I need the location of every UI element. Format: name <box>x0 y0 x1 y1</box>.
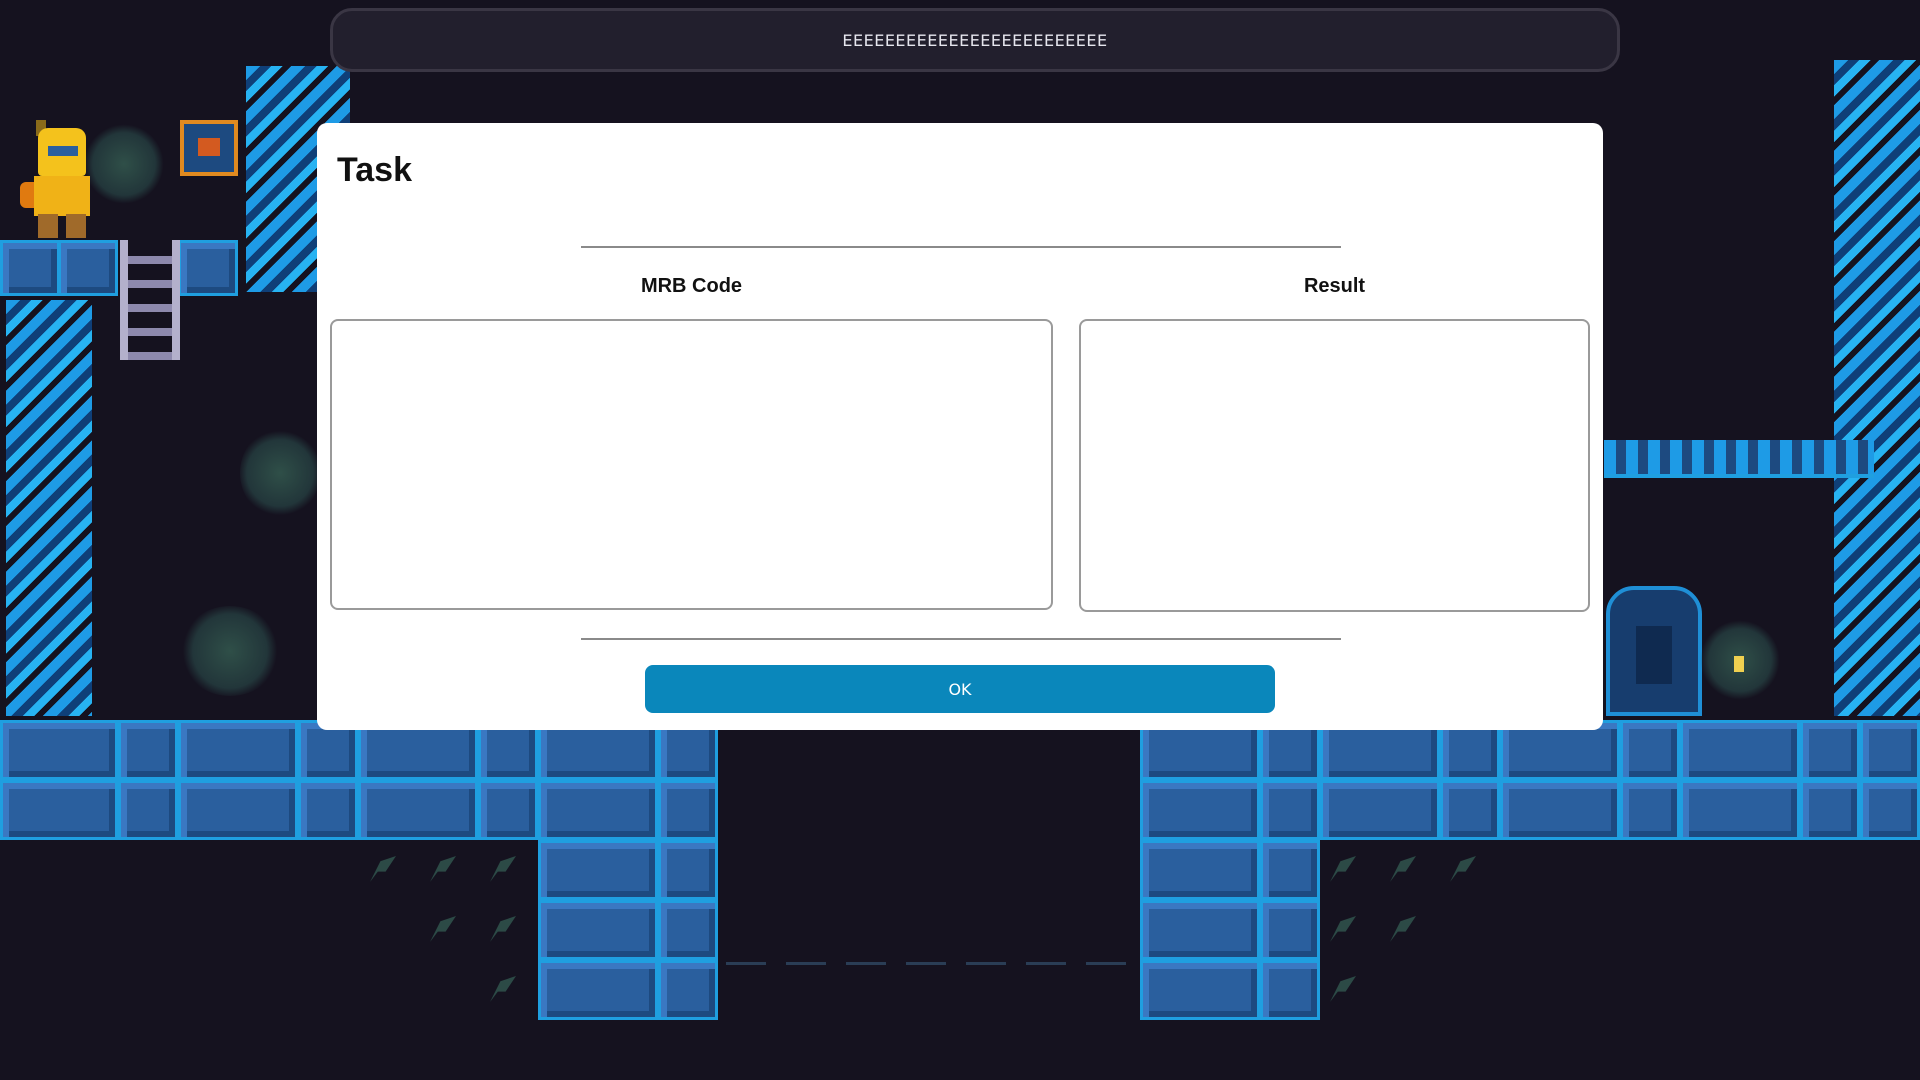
leaf-sprite <box>490 916 516 942</box>
dialog-title: Task <box>337 151 412 189</box>
pillar-brick <box>658 840 718 900</box>
pillar-brick <box>1260 960 1320 1020</box>
pillar-brick <box>1260 900 1320 960</box>
code-label: MRB Code <box>640 275 743 297</box>
item-box <box>180 120 238 176</box>
floor-brick <box>658 780 718 840</box>
floor-brick <box>1500 780 1620 840</box>
floor-brick <box>1800 780 1860 840</box>
leaf-sprite <box>1330 856 1356 882</box>
floor-brick <box>1620 780 1680 840</box>
floor-brick <box>1320 780 1440 840</box>
floor-brick <box>358 780 478 840</box>
pillar-brick <box>1140 840 1260 900</box>
ledge-brick <box>178 240 238 296</box>
leaf-sprite <box>430 916 456 942</box>
bottom-divider <box>581 638 1341 640</box>
result-label: Result <box>1303 275 1366 297</box>
task-dialog: Task MRB Code Result OK <box>317 123 1603 730</box>
floor-brick <box>1440 780 1500 840</box>
floor-brick <box>1620 720 1680 780</box>
floor-brick <box>298 780 358 840</box>
floor-brick <box>538 780 658 840</box>
pillar-brick <box>538 840 658 900</box>
floor-brick <box>1680 720 1800 780</box>
floor-brick <box>118 720 178 780</box>
mrb-code-input[interactable] <box>330 319 1053 610</box>
player-knight <box>20 120 104 240</box>
top-message-bar: EEEEEEEEEEEEEEEEEEEEEEEEE <box>330 8 1620 72</box>
floor-brick <box>178 780 298 840</box>
lantern <box>1734 656 1744 672</box>
pillar-brick <box>1140 900 1260 960</box>
floor-brick <box>1860 720 1920 780</box>
result-output <box>1079 319 1590 612</box>
rail-dash <box>726 962 766 965</box>
floor-brick <box>178 720 298 780</box>
leaf-sprite <box>1330 976 1356 1002</box>
ceiling-edge <box>1604 474 1874 478</box>
pillar-brick <box>658 960 718 1020</box>
floor-brick <box>1140 780 1260 840</box>
floor-brick <box>118 780 178 840</box>
leaf-sprite <box>370 856 396 882</box>
moss-clump <box>240 428 320 518</box>
top-divider <box>581 246 1341 248</box>
pillar-brick <box>658 900 718 960</box>
pillar-brick <box>1140 960 1260 1020</box>
rail-dash <box>846 962 886 965</box>
rail-dash <box>786 962 826 965</box>
leaf-sprite <box>1330 916 1356 942</box>
leaf-sprite <box>490 976 516 1002</box>
crystal-ceiling <box>1604 440 1874 476</box>
floor-brick <box>1860 780 1920 840</box>
crystal-wall-left <box>6 300 92 716</box>
leaf-sprite <box>1390 856 1416 882</box>
pillar-brick <box>538 900 658 960</box>
floor-brick <box>478 780 538 840</box>
pillar-brick <box>1260 840 1320 900</box>
floor-brick <box>1260 780 1320 840</box>
leaf-sprite <box>1450 856 1476 882</box>
rail-dash <box>966 962 1006 965</box>
floor-brick <box>0 720 118 780</box>
rail-dash <box>906 962 946 965</box>
leaf-sprite <box>430 856 456 882</box>
ledge-brick <box>0 240 60 296</box>
ladder <box>120 240 180 360</box>
crystal-wall-right <box>1834 60 1920 716</box>
rail-dash <box>1026 962 1066 965</box>
rail-dash <box>1086 962 1126 965</box>
ledge-brick <box>58 240 118 296</box>
pillar-brick <box>538 960 658 1020</box>
leaf-sprite <box>1390 916 1416 942</box>
floor-brick <box>0 780 118 840</box>
floor-brick <box>1680 780 1800 840</box>
floor-brick <box>1800 720 1860 780</box>
moss-clump <box>180 606 280 696</box>
exit-door <box>1606 586 1702 716</box>
leaf-sprite <box>490 856 516 882</box>
ok-button[interactable]: OK <box>645 665 1275 713</box>
top-message-text: EEEEEEEEEEEEEEEEEEEEEEEEE <box>842 30 1108 50</box>
